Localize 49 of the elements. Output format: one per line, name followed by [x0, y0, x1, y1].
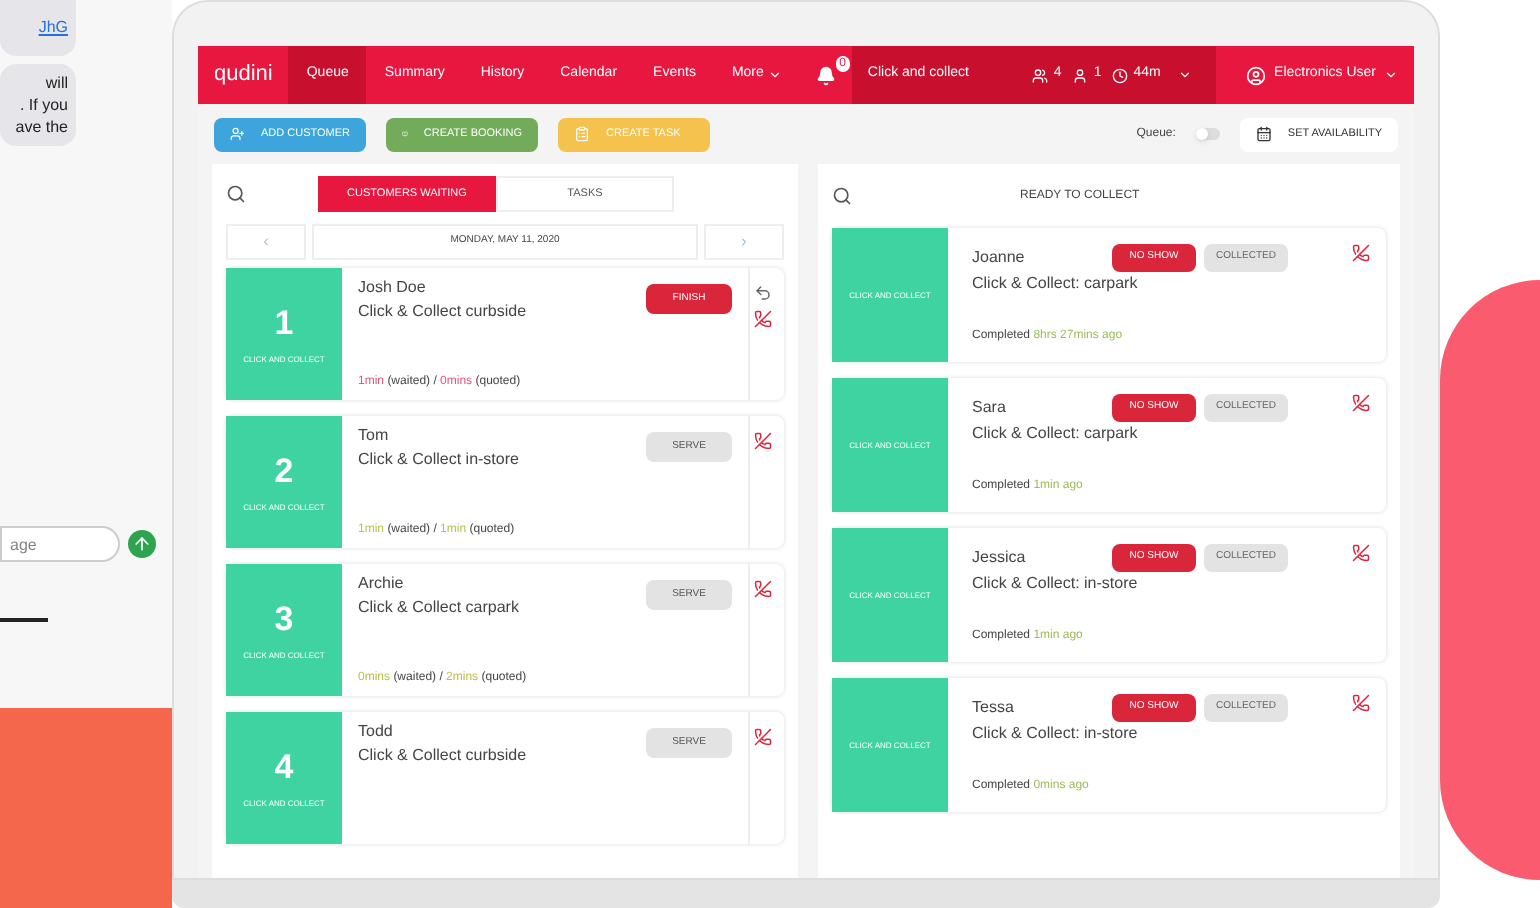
undo-icon[interactable]	[754, 284, 772, 302]
bell-icon[interactable]	[815, 65, 836, 85]
user-icon	[1246, 65, 1267, 85]
service-name: Click & Collect carpark	[358, 596, 521, 620]
logo[interactable]: qudini	[198, 58, 289, 92]
queue-number: 3	[274, 601, 294, 635]
caret-icon	[1178, 68, 1193, 82]
customer-name: Josh Doe	[358, 276, 428, 300]
phone-off-icon[interactable]	[1352, 244, 1370, 262]
phone-off-icon[interactable]	[1352, 394, 1370, 412]
search-icon[interactable]	[832, 186, 852, 206]
service-name: Click & Collect: carpark	[972, 422, 1140, 446]
service-name: Click & Collect: in-store	[972, 722, 1140, 746]
task-icon	[574, 126, 590, 142]
calendar-icon	[1255, 126, 1272, 142]
queue-toggle[interactable]	[1195, 128, 1220, 140]
phone-off-icon[interactable]	[754, 432, 772, 450]
phone-off-icon[interactable]	[754, 310, 772, 328]
customer-name: Jessica	[972, 546, 1028, 570]
customer-name: Joanne	[972, 246, 1027, 270]
service-name: Click & Collect: in-store	[972, 572, 1140, 596]
search-icon[interactable]	[226, 184, 246, 204]
queue-number: 4	[274, 749, 294, 783]
caret-icon	[767, 68, 782, 82]
send-icon[interactable]	[128, 530, 156, 558]
customer-name: Tom	[358, 424, 391, 448]
phone-off-icon[interactable]	[1352, 694, 1370, 712]
clock-icon	[1111, 67, 1128, 83]
service-name: Click & Collect: carpark	[972, 272, 1140, 296]
phone-off-icon[interactable]	[1352, 544, 1370, 562]
customer-name: Archie	[358, 572, 406, 596]
message-input-field[interactable]: age	[0, 526, 120, 562]
phone-off-icon[interactable]	[754, 580, 772, 598]
service-name: Click & Collect in-store	[358, 448, 521, 472]
caret-icon	[1384, 68, 1398, 82]
customer-name: Tessa	[972, 696, 1016, 720]
person-icon	[1071, 67, 1088, 83]
queue-number: 2	[274, 453, 294, 487]
phone-off-icon[interactable]	[754, 728, 772, 746]
customer-name: Sara	[972, 396, 1008, 420]
booking-icon	[402, 126, 408, 142]
service-name: Click & Collect curbside	[358, 300, 529, 324]
group-icon	[1031, 67, 1048, 83]
customer-name: Todd	[358, 720, 395, 744]
chat-message: will . If you ave the	[0, 64, 76, 146]
chat-link[interactable]: JhG	[38, 18, 68, 36]
service-name: Click & Collect curbside	[358, 744, 529, 768]
queue-number: 1	[274, 305, 294, 339]
add-icon	[230, 126, 245, 142]
